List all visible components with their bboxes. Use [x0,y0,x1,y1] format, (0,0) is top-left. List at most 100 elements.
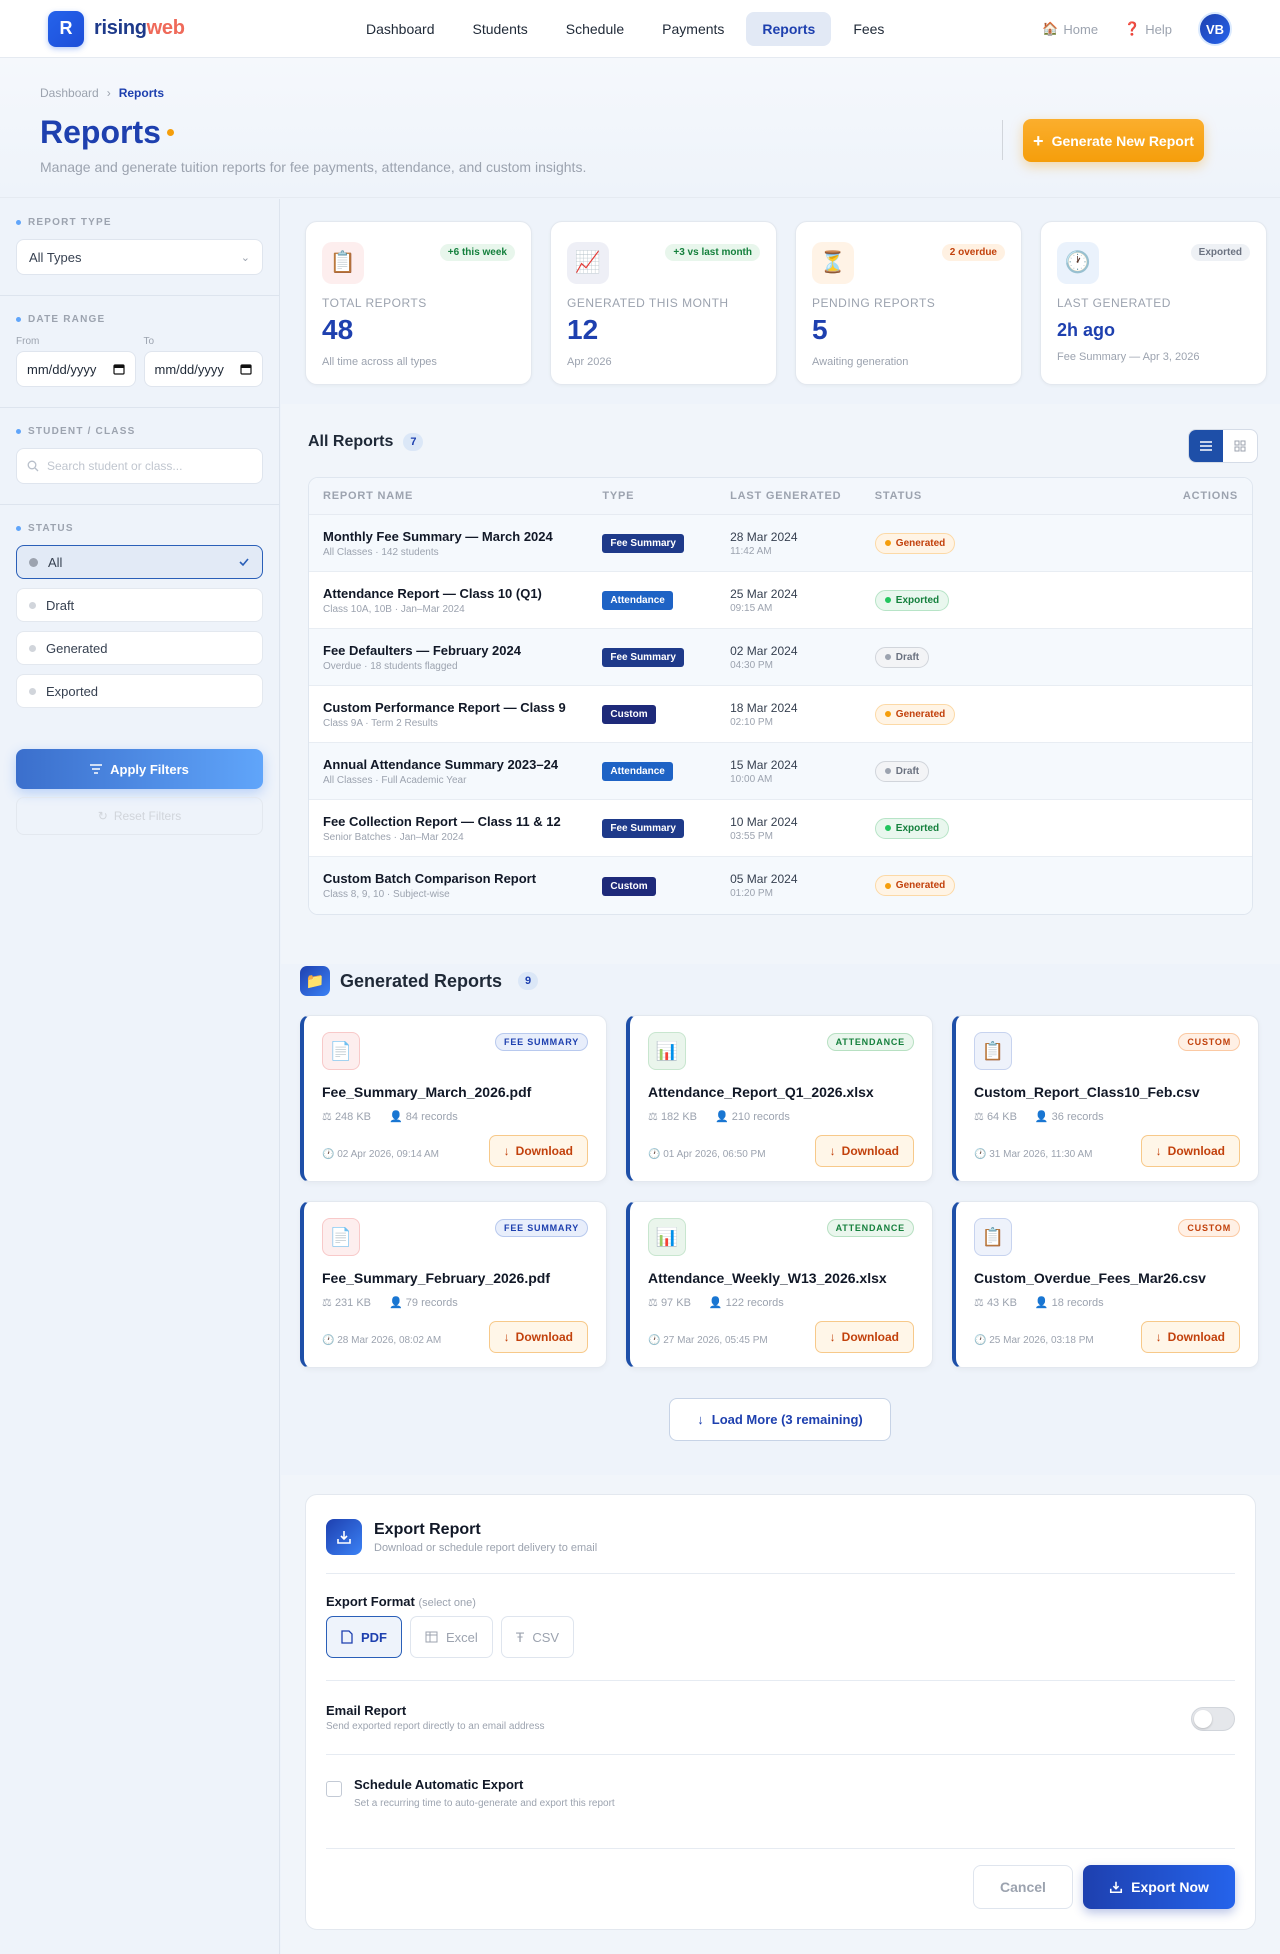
report-file-card[interactable]: 📋 CUSTOM Custom_Overdue_Fees_Mar26.csv ⚖ 43… [952,1201,1259,1368]
user-avatar[interactable]: VB [1198,12,1232,46]
clock-icon: 🕐 [322,1335,335,1346]
table-row[interactable]: Fee Collection Report — Class 11 & 12 Sen… [309,800,1252,857]
report-name[interactable]: Monthly Fee Summary — March 2024 [323,529,602,544]
status-option-exported[interactable]: Exported [16,674,263,708]
format-pdf-button[interactable]: PDF [326,1616,402,1658]
schedule-export-checkbox[interactable] [326,1781,342,1797]
table-row[interactable]: Fee Defaulters — February 2024 Overdue · … [309,629,1252,686]
stat-badge: +3 vs last month [665,244,760,261]
download-button[interactable]: ↓ Download [1140,1135,1240,1167]
status-option-all[interactable]: All [16,545,263,579]
breadcrumb-parent[interactable]: Dashboard [40,86,99,100]
nav-payments[interactable]: Payments [646,12,740,46]
grid-view-button[interactable] [1223,430,1257,462]
status-badge: Generated [874,703,956,725]
download-button[interactable]: ↓ Download [488,1135,588,1167]
report-type-cell: Fee Summary [602,533,730,553]
report-file-card[interactable]: 📊 ATTENDANCE Attendance_Report_Q1_2026.xls… [626,1015,933,1182]
export-now-label: Export Now [1131,1879,1209,1895]
column-header: REPORT NAME [323,490,414,502]
cancel-button[interactable]: Cancel [973,1865,1073,1909]
export-now-button[interactable]: Export Now [1083,1865,1235,1909]
brand-logo[interactable]: R risingweb [48,10,185,47]
report-name[interactable]: Custom Performance Report — Class 9 [323,700,602,715]
report-name[interactable]: Fee Collection Report — Class 11 & 12 [323,814,602,829]
download-button[interactable]: ↓ Download [1140,1321,1240,1353]
status-option-draft[interactable]: Draft [16,588,263,622]
all-reports-header: All Reports 7 [308,433,424,451]
apply-filters-button[interactable]: Apply Filters [16,749,263,789]
table-row[interactable]: Monthly Fee Summary — March 2024 All Clas… [309,515,1252,572]
status-badge: Exported [874,817,950,839]
table-row[interactable]: Custom Batch Comparison Report Class 8, 9… [309,857,1252,914]
table-row[interactable]: Custom Performance Report — Class 9 Class… [309,686,1252,743]
report-file-card[interactable]: 📋 CUSTOM Custom_Report_Class10_Feb.csv ⚖ 64… [952,1015,1259,1182]
user-icon: 👤 [389,1111,403,1123]
report-name[interactable]: Custom Batch Comparison Report [323,871,602,886]
table-row[interactable]: Attendance Report — Class 10 (Q1) Class 1… [309,572,1252,629]
report-name[interactable]: Annual Attendance Summary 2023–24 [323,757,602,772]
report-type-select[interactable]: All Types ⌄ [16,239,263,275]
report-type-label: REPORT TYPE [16,217,263,228]
file-date-value: 02 Apr 2026, 09:14 AM [337,1149,439,1160]
status-option-label: Generated [46,640,108,656]
grid-icon [1234,440,1246,452]
email-report-toggle[interactable] [1191,1707,1235,1731]
report-file-card[interactable]: 📄 FEE SUMMARY Fee_Summary_February_2026.pd… [300,1201,607,1368]
nav-students[interactable]: Students [457,12,544,46]
file-size-value: 231 KB [334,1297,372,1309]
help-link[interactable]: ❓ Help [1124,21,1172,37]
load-more-button[interactable]: ↓ Load More (3 remaining) [669,1398,891,1441]
reset-filters-button[interactable]: ↻ Reset Filters [16,797,263,835]
report-name-cell: Custom Batch Comparison Report Class 8, 9… [309,871,602,900]
date-to-input[interactable]: mm/dd/yyyy [143,351,263,387]
file-type-tag: ATTENDANCE [826,1033,914,1051]
file-type-tag: FEE SUMMARY [495,1219,588,1237]
file-name: Fee_Summary_February_2026.pdf [322,1270,550,1286]
file-records: 👤 18 records [1035,1296,1104,1309]
status-option-generated[interactable]: Generated [16,631,263,665]
export-subtitle: Download or schedule report delivery to … [374,1541,598,1554]
file-date: 🕐 02 Apr 2026, 09:14 AM [322,1149,439,1160]
report-status-cell: Generated [874,703,1174,725]
status-text: Generated [895,537,946,549]
report-file-card[interactable]: 📊 ATTENDANCE Attendance_Weekly_W13_2026.xl… [626,1201,933,1368]
download-button[interactable]: ↓ Download [488,1321,588,1353]
nav-schedule[interactable]: Schedule [550,12,640,46]
student-search-input[interactable]: Search student or class... [16,448,263,484]
csv-file-icon: 📋 [974,1218,1012,1256]
status-label-text: STATUS [28,523,74,534]
student-class-section: STUDENT / CLASS Search student or class.… [0,408,279,505]
file-size: ⚖ 43 KB [974,1296,1017,1309]
status-option-label: All [48,554,63,570]
date-from-value: mm/dd/yyyy [27,361,97,377]
date-from-input[interactable]: mm/dd/yyyy [16,351,136,387]
pdf-file-icon: 📄 [322,1218,360,1256]
check-icon [239,558,249,567]
nav-dashboard[interactable]: Dashboard [350,12,451,46]
table-row[interactable]: Annual Attendance Summary 2023–24 All Cla… [309,743,1252,800]
export-format-options: PDF Excel Ŧ CSV [326,1616,1235,1658]
arrow-down-icon: ↓ [1155,1330,1162,1344]
file-size: ⚖ 97 KB [648,1296,691,1309]
user-icon: 👤 [715,1111,729,1123]
format-csv-button[interactable]: Ŧ CSV [500,1616,575,1658]
file-type-tag: FEE SUMMARY [495,1033,588,1051]
nav-fees[interactable]: Fees [837,12,900,46]
format-excel-button[interactable]: Excel [410,1616,493,1658]
list-view-button[interactable] [1189,430,1223,462]
stat-sub: All time across all types [322,356,437,368]
page-title: Reports [40,114,161,150]
home-link[interactable]: 🏠 Home [1042,21,1098,37]
stats-row: 📋 +6 this week TOTAL REPORTS 48 All time… [305,221,1267,385]
generate-report-button[interactable]: + Generate New Report [1023,119,1204,162]
report-name[interactable]: Fee Defaulters — February 2024 [323,643,602,658]
nav-reports[interactable]: Reports [746,12,832,46]
report-name[interactable]: Attendance Report — Class 10 (Q1) [323,586,602,601]
arrow-down-icon: ↓ [829,1144,836,1158]
download-button[interactable]: ↓ Download [814,1321,914,1353]
status-dot-icon [29,644,36,652]
report-file-card[interactable]: 📄 FEE SUMMARY Fee_Summary_March_2026.pdf ⚖ … [300,1015,607,1182]
report-type-badge: Attendance [602,762,673,781]
download-button[interactable]: ↓ Download [814,1135,914,1167]
